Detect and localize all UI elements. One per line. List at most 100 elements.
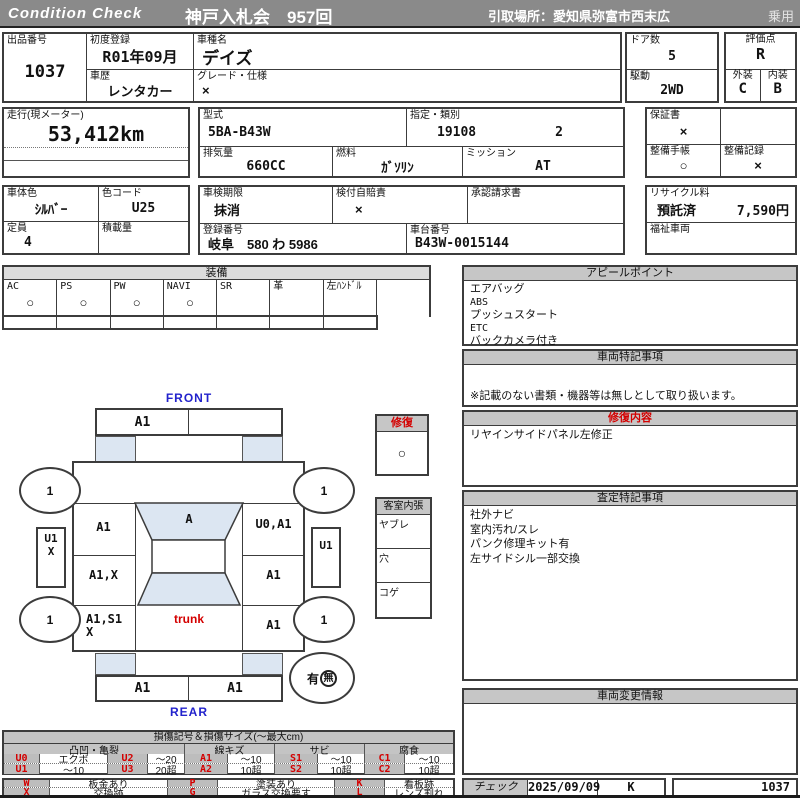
headlight-right <box>242 436 283 462</box>
interior-row-hole: 穴 <box>377 549 430 583</box>
repair-details-panel: 修復内容 リヤインサイドパネル左修正 <box>462 410 798 487</box>
maintenance-record-cell: 整備記録 × <box>721 145 795 176</box>
check-date: 2025/09/09 <box>528 780 601 795</box>
diagram-rear-label: REAR <box>169 705 208 719</box>
score-value: R <box>755 45 766 63</box>
equipment-cell-ps: PS ○ <box>57 280 111 316</box>
appeal-points-title: アピールポイント <box>464 267 796 281</box>
drive-label: 駆動 <box>630 71 650 82</box>
doors-label: ドア数 <box>630 35 660 46</box>
spare-no-label-circled: 無 <box>320 669 337 687</box>
equipment-cell-pw: PW ○ <box>111 280 164 316</box>
displacement-label: 排気量 <box>203 148 233 159</box>
approval-request-cell: 承認請求書 <box>468 187 623 223</box>
left-sill-mark: U1 X <box>44 532 58 558</box>
vehicle-notes-panel: 車両特記事項 ※記載のない書類・機器等は無しとして取り扱います。 <box>462 349 798 407</box>
rear-window-shape <box>136 572 242 606</box>
interior-grade-value: B <box>773 81 782 97</box>
inspection-expiry-cell: 車検期限 抹消 <box>200 187 333 223</box>
trunk-label: trunk <box>174 612 204 626</box>
approval-request-label: 承認請求書 <box>471 188 521 199</box>
body-color-label: 車体色 <box>7 188 37 199</box>
warranty-empty-cell <box>721 109 795 144</box>
appeal-line-5: バックカメラ付き <box>470 335 558 347</box>
check-label: チェック <box>464 780 528 795</box>
interior-grade-label: 内装 <box>767 70 788 81</box>
appeal-line-3: プッシュスタート <box>470 309 558 321</box>
rear-bumper-left-mark: A1 <box>97 677 189 700</box>
score-box: 評価点 R 外装 C 内装 B <box>724 32 797 103</box>
warranty-box: 保証書 × 整備手帳 ○ 整備記録 × <box>645 107 797 178</box>
drive-cell: 駆動 2WD <box>627 70 717 101</box>
legend-code-a2: A2 <box>185 764 228 775</box>
equipment-label-ps: PS <box>60 281 73 292</box>
legend-code-u2: U2 <box>108 753 148 764</box>
chassis-number-cell: 車台番号 B43W-0015144 <box>407 224 623 253</box>
seats-cell: 定員 4 <box>4 222 99 253</box>
auction-title: 神戸入札会 957回 <box>185 8 333 27</box>
inspection-expiry-label: 車検期限 <box>203 188 243 199</box>
repair-flag-box: 修復 ○ <box>375 414 429 476</box>
front-bumper: A1 <box>95 408 283 436</box>
equipment-label-sr: SR <box>220 281 233 292</box>
check-lot-number: 1037 <box>761 780 790 794</box>
load-capacity-label: 積載量 <box>102 223 132 234</box>
assessment-notes-title: 査定特記事項 <box>464 492 796 506</box>
first-registration-label: 初度登録 <box>90 35 130 46</box>
repair-flag-mark: ○ <box>397 445 407 461</box>
legend-code-u3: U3 <box>108 764 148 775</box>
lot-number-cell: 出品番号 1037 <box>4 34 87 101</box>
wheel-rear-left: 1 <box>19 596 81 643</box>
grade-cell: グレード・仕様 × <box>194 70 620 101</box>
front-bumper-left-mark: A1 <box>97 410 189 434</box>
class-number-value-2: 2 <box>555 124 563 140</box>
left-fender-mark: A1 <box>96 520 111 534</box>
model-name-value: デイズ <box>202 48 253 68</box>
assessment-line-3: パンク修理キット有 <box>470 538 570 550</box>
transmission-label: ミッション <box>466 148 516 159</box>
wheel-front-left: 1 <box>19 467 81 514</box>
interior-condition-box: 客室内張 ヤブレ 穴 コゲ <box>375 497 432 619</box>
score-label: 評価点 <box>745 34 776 45</box>
legend-code-s1: S1 <box>275 753 318 764</box>
color-code-cell: 色コード U25 <box>99 187 188 221</box>
equipment-label-navi: NAVI <box>166 281 191 292</box>
brand-logo: Condition Check <box>8 5 143 22</box>
insurance-label: 検付自賠責 <box>336 188 386 199</box>
color-code-label: 色コード <box>102 188 142 199</box>
plate-number-label: 登録番号 <box>203 225 243 236</box>
appeal-line-1: エアバッグ <box>470 283 525 295</box>
displacement-cell: 排気量 660CC <box>200 147 333 176</box>
legend-code-s2: S2 <box>275 764 318 775</box>
equipment-cell-extra <box>377 280 429 316</box>
rear-bumper-right-mark: A1 <box>227 681 243 696</box>
equipment-label-pw: PW <box>113 281 126 292</box>
right-sill-mark: U1 <box>319 539 333 552</box>
left-sill-box: U1 X <box>36 527 66 588</box>
maintenance-record-label: 整備記録 <box>724 146 764 157</box>
fuel-label: 燃料 <box>336 148 356 159</box>
taillight-right <box>242 653 283 675</box>
warranty-label: 保証書 <box>650 110 680 121</box>
appeal-points-panel: アピールポイント エアバッグ ABS プッシュスタート ETC バックカメラ付き <box>462 265 798 347</box>
wheel-rear-left-mark: 1 <box>46 612 54 627</box>
wheel-front-right: 1 <box>293 467 355 514</box>
grade-label: グレード・仕様 <box>197 71 267 82</box>
pickup-location: 引取場所：愛知県弥富市西末広 <box>488 9 671 24</box>
legend-desc-u3: 20超 <box>148 764 185 777</box>
equipment-label-lhd: 左ﾊﾝﾄﾞﾙ <box>326 281 362 292</box>
diagram-front-label: FRONT <box>165 391 213 405</box>
model-code-cell: 型式 5BA-B43W <box>200 109 407 146</box>
assessment-notes-panel: 査定特記事項 社外ナビ 室内汚れ/スレ パンク修理キット有 左サイドシル一部交換 <box>462 490 798 681</box>
legend-code-c2: C2 <box>365 764 405 775</box>
front-bumper-right-mark <box>189 410 281 434</box>
transmission-cell: ミッション AT <box>463 147 623 176</box>
left-door-mark: A1,X <box>89 568 118 582</box>
repair-flag-title: 修復 <box>377 416 427 432</box>
recycle-fee-label: リサイクル料 <box>650 188 710 199</box>
exterior-grade-cell: 外装 C <box>726 70 761 101</box>
load-capacity-cell: 積載量 <box>99 222 188 253</box>
recycle-box: リサイクル料 預託済 7,590円 福祉車両 <box>645 185 797 255</box>
spare-tire-indicator: 有 無 <box>289 652 355 704</box>
fuel-cell: 燃料 ｶﾞｿﾘﾝ <box>333 147 463 176</box>
